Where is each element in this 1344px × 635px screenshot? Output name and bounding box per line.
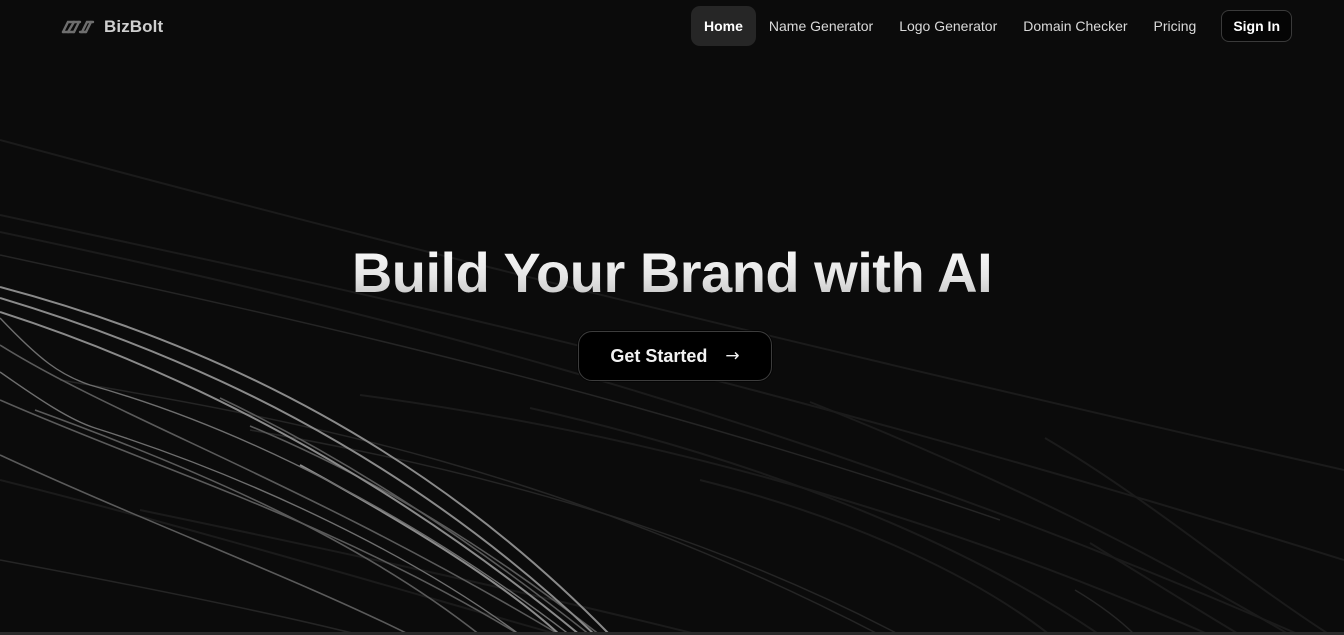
nav-item-name-generator[interactable]: Name Generator bbox=[756, 6, 886, 46]
get-started-button[interactable]: Get Started → bbox=[578, 331, 772, 381]
nav-item-domain-checker[interactable]: Domain Checker bbox=[1010, 6, 1140, 46]
brand-name: BizBolt bbox=[104, 17, 164, 36]
background-lines-decoration bbox=[0, 139, 1344, 635]
chain-link-logo-icon bbox=[61, 20, 95, 34]
nav-item-pricing[interactable]: Pricing bbox=[1141, 6, 1210, 46]
get-started-label: Get Started bbox=[610, 345, 708, 366]
top-navbar: BizBolt Home Name Generator Logo Generat… bbox=[0, 0, 1344, 54]
nav-item-home[interactable]: Home bbox=[691, 6, 756, 46]
brand-logo[interactable]: BizBolt bbox=[60, 14, 163, 40]
nav-item-logo-generator[interactable]: Logo Generator bbox=[886, 6, 1010, 46]
main-nav: Home Name Generator Logo Generator Domai… bbox=[691, 6, 1292, 46]
landing-page: BizBolt Home Name Generator Logo Generat… bbox=[0, 0, 1344, 635]
arrow-right-icon: → bbox=[725, 346, 740, 366]
sign-in-button[interactable]: Sign In bbox=[1221, 10, 1292, 42]
hero-title: Build Your Brand with AI bbox=[0, 238, 1344, 308]
